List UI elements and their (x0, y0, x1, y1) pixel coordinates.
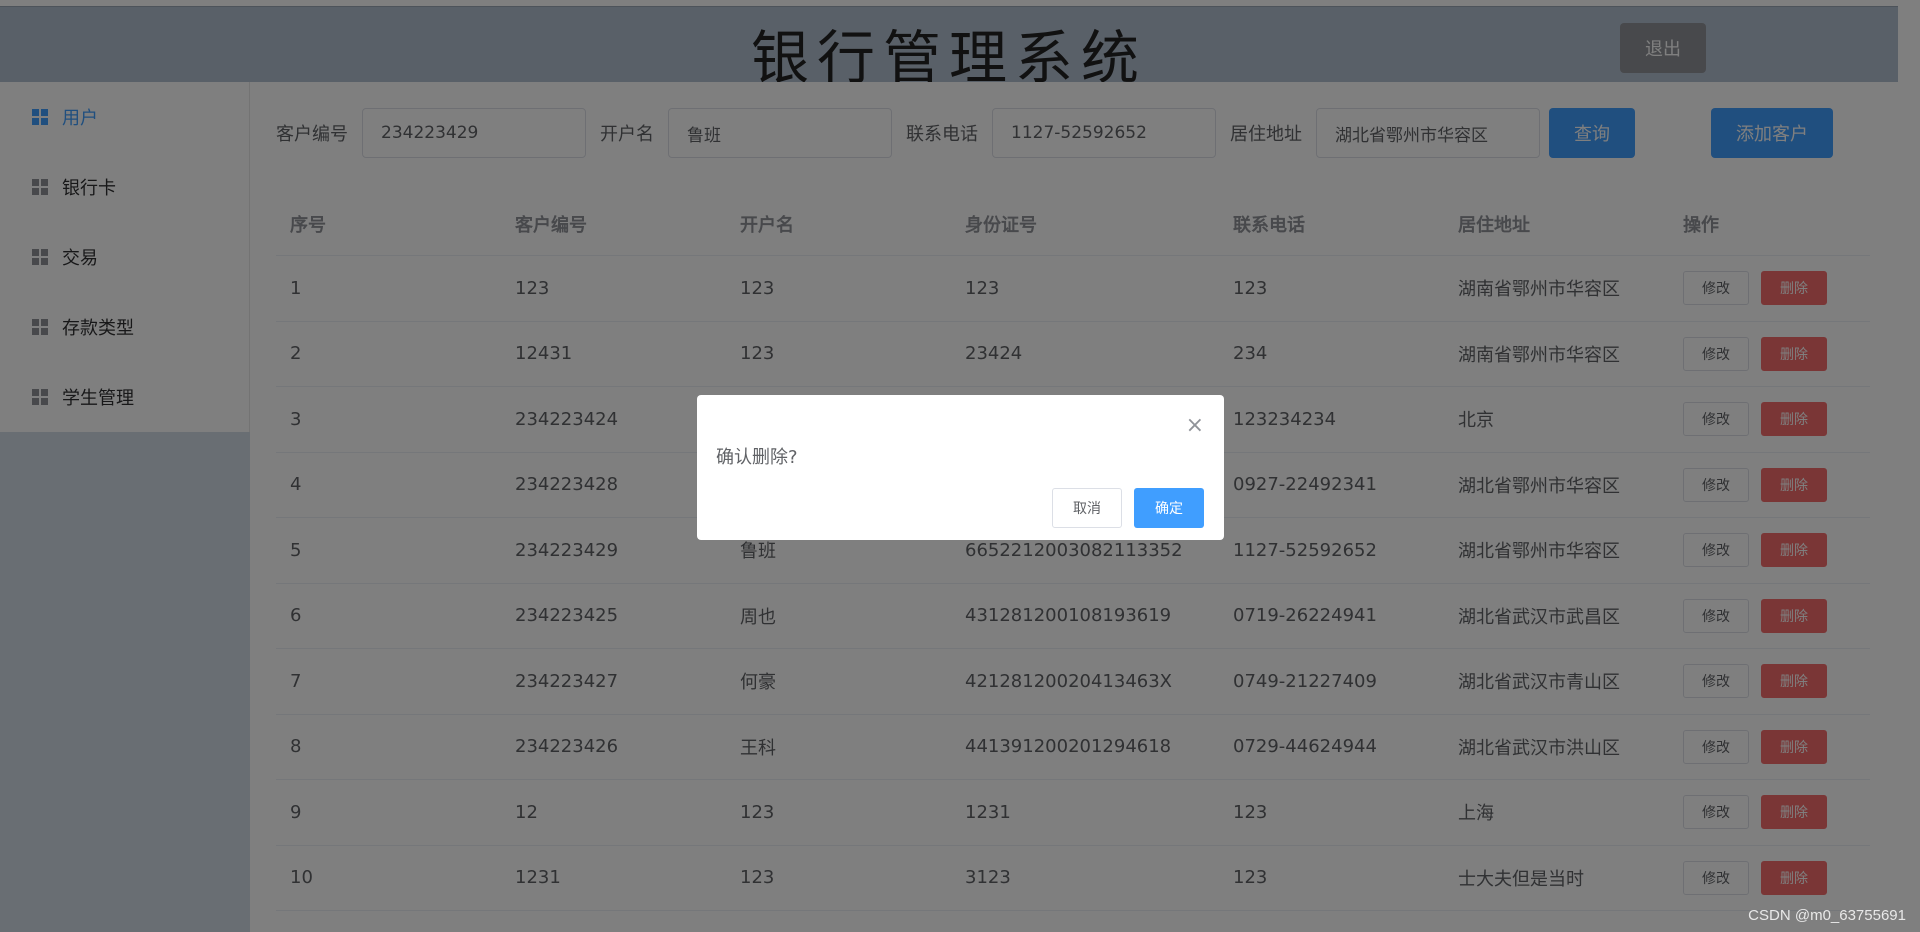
dialog-message: 确认删除? (716, 447, 798, 468)
confirm-button[interactable]: 确定 (1134, 488, 1204, 528)
watermark: CSDN @m0_63755691 (1748, 907, 1906, 924)
app-root: 银行管理系统 退出 用户 银行卡 交易 存款类型 学生管理 (0, 0, 1920, 932)
close-icon[interactable]: × (1186, 413, 1204, 438)
confirm-delete-dialog: × 确认删除? 取消 确定 (697, 395, 1224, 540)
cancel-button[interactable]: 取消 (1052, 488, 1122, 528)
